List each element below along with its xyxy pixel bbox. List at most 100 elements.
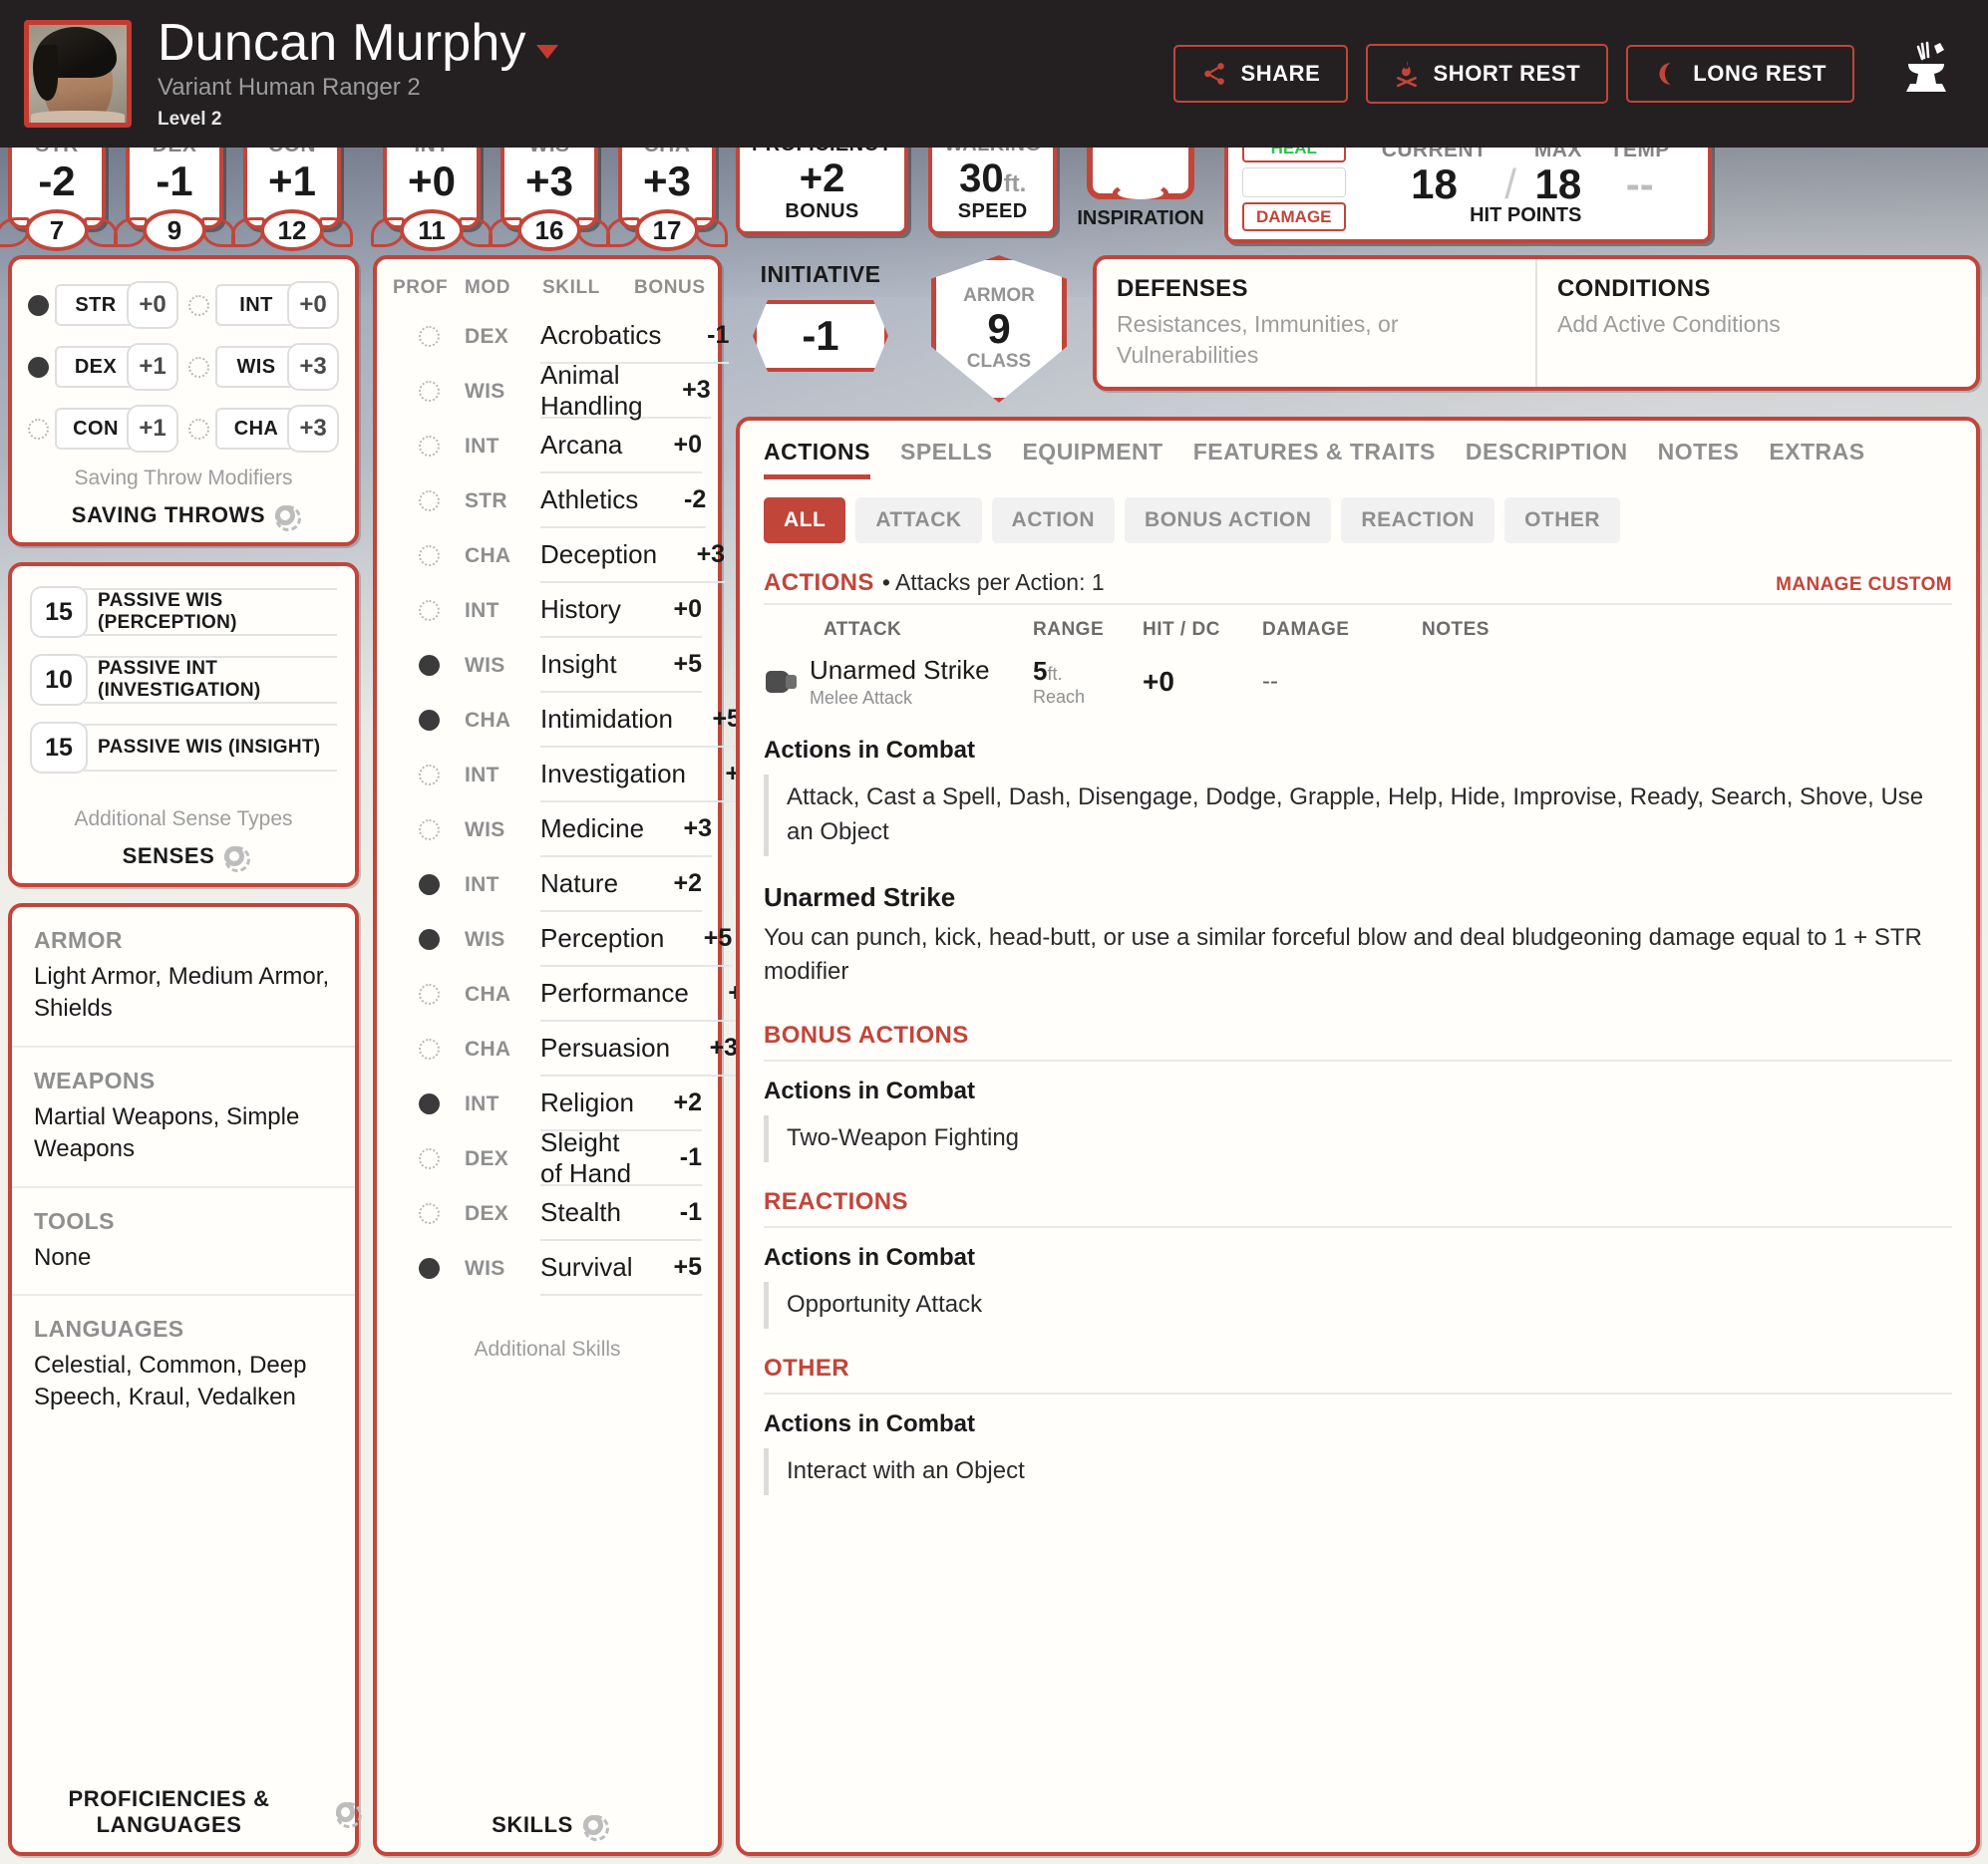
hp-amount-input[interactable] bbox=[1242, 167, 1346, 197]
proficiency-dot-icon bbox=[419, 710, 440, 731]
skill-mod: INT bbox=[465, 599, 540, 623]
short-rest-button[interactable]: SHORT REST bbox=[1366, 44, 1608, 104]
skill-row[interactable]: CHA Persuasion +3 bbox=[377, 1022, 718, 1077]
skill-row[interactable]: INT Arcana +0 bbox=[377, 419, 718, 473]
hp-temp-col[interactable]: TEMP -- bbox=[1596, 139, 1684, 206]
sense-label: PASSIVE INT (INVESTIGATION) bbox=[84, 656, 337, 704]
filter-action[interactable]: ACTION bbox=[992, 497, 1116, 543]
character-name-row[interactable]: Duncan Murphy bbox=[158, 17, 558, 70]
saving-throw-con[interactable]: CON +1 bbox=[28, 405, 178, 453]
skill-row[interactable]: WIS Insight +5 bbox=[377, 638, 718, 693]
skill-bonus: +0 bbox=[634, 583, 702, 638]
skill-bonus: +5 bbox=[634, 638, 702, 693]
skill-row[interactable]: CHA Intimidation +5 bbox=[377, 693, 718, 748]
skill-row[interactable]: INT Religion +2 bbox=[377, 1077, 718, 1131]
avatar[interactable] bbox=[24, 20, 132, 128]
saving-throw-wis[interactable]: WIS +3 bbox=[188, 343, 339, 391]
share-label: SHARE bbox=[1240, 61, 1320, 87]
senses-list: 15 PASSIVE WIS (PERCEPTION) 10 PASSIVE I… bbox=[12, 566, 355, 781]
filter-bonus-action[interactable]: BONUS ACTION bbox=[1125, 497, 1331, 543]
ability-modifier: -2 bbox=[12, 159, 102, 203]
gear-icon[interactable] bbox=[224, 846, 244, 866]
ability-score: 17 bbox=[635, 209, 699, 251]
ability-modifier: +0 bbox=[387, 159, 477, 203]
skill-row[interactable]: CHA Performance +3 bbox=[377, 967, 718, 1022]
proficiency-dot-icon bbox=[28, 295, 49, 316]
skill-mod: DEX bbox=[465, 1202, 540, 1226]
saving-throw-value: +3 bbox=[287, 405, 339, 453]
proficiency-dot-icon bbox=[188, 357, 209, 378]
skill-mod: DEX bbox=[465, 325, 540, 349]
skill-mod: WIS bbox=[465, 818, 540, 842]
proficiency-dot-icon bbox=[419, 381, 440, 402]
tab-features-traits[interactable]: FEATURES & TRAITS bbox=[1193, 439, 1436, 479]
tab-extras[interactable]: EXTRAS bbox=[1769, 439, 1864, 479]
tab-description[interactable]: DESCRIPTION bbox=[1466, 439, 1628, 479]
gear-icon[interactable] bbox=[275, 505, 295, 525]
skill-name: Stealth bbox=[540, 1186, 634, 1241]
gear-icon[interactable] bbox=[336, 1802, 355, 1822]
skill-row[interactable]: DEX Sleight of Hand -1 bbox=[377, 1131, 718, 1186]
actions-in-combat-list: Attack, Cast a Spell, Dash, Disengage, D… bbox=[764, 775, 1952, 856]
skill-row[interactable]: CHA Deception +3 bbox=[377, 528, 718, 583]
damage-col-header: DAMAGE bbox=[1262, 619, 1422, 641]
sense-row[interactable]: 10 PASSIVE INT (INVESTIGATION) bbox=[12, 646, 355, 714]
skill-mod: INT bbox=[465, 873, 540, 897]
armor-class-block[interactable]: ARMOR 9 CLASS bbox=[919, 255, 1079, 403]
initiative-block[interactable]: INITIATIVE -1 bbox=[736, 255, 905, 372]
filter-reaction[interactable]: REACTION bbox=[1341, 497, 1494, 543]
attacks-per-action: • Attacks per Action: 1 bbox=[882, 569, 1105, 596]
tab-notes[interactable]: NOTES bbox=[1658, 439, 1740, 479]
anvil-button[interactable] bbox=[1894, 40, 1958, 109]
hp-columns: CURRENT 18 / MAX 18 TEMP -- bbox=[1368, 139, 1684, 208]
hp-max-col[interactable]: MAX 18 bbox=[1520, 139, 1596, 206]
ability-modifier: +1 bbox=[247, 159, 337, 203]
skill-row[interactable]: INT Nature +2 bbox=[377, 857, 718, 912]
long-rest-button[interactable]: LONG REST bbox=[1626, 45, 1854, 103]
saving-throw-str[interactable]: STR +0 bbox=[28, 281, 178, 329]
share-button[interactable]: SHARE bbox=[1173, 45, 1348, 103]
saving-throw-label: CHA bbox=[215, 408, 297, 450]
gear-icon[interactable] bbox=[583, 1815, 603, 1835]
saving-throws-hint: Saving Throw Modifiers bbox=[12, 457, 355, 490]
saving-throw-cha[interactable]: CHA +3 bbox=[188, 405, 339, 453]
table-row[interactable]: Unarmed Strike Melee Attack 5ft. Reach +… bbox=[740, 649, 1976, 721]
proficiency-dot-icon bbox=[419, 984, 440, 1005]
skill-row[interactable]: WIS Medicine +3 bbox=[377, 802, 718, 857]
hp-temp-value: -- bbox=[1610, 162, 1670, 206]
proficiency-value: Light Armor, Medium Armor, Shields bbox=[34, 961, 333, 1026]
actions-section-title: ACTIONS bbox=[764, 569, 874, 597]
filter-other[interactable]: OTHER bbox=[1504, 497, 1620, 543]
tab-spells[interactable]: SPELLS bbox=[900, 439, 992, 479]
conditions-block[interactable]: CONDITIONS Add Active Conditions bbox=[1535, 259, 1976, 387]
skill-row[interactable]: DEX Acrobatics -1 bbox=[377, 309, 718, 364]
damage-button[interactable]: DAMAGE bbox=[1242, 202, 1346, 231]
skill-name: Arcana bbox=[540, 419, 634, 473]
sense-row[interactable]: 15 PASSIVE WIS (INSIGHT) bbox=[12, 714, 355, 781]
skill-row[interactable]: WIS Perception +5 bbox=[377, 912, 718, 967]
skill-row[interactable]: DEX Stealth -1 bbox=[377, 1186, 718, 1241]
skill-row[interactable]: WIS Animal Handling +3 bbox=[377, 364, 718, 419]
saving-throw-int[interactable]: INT +0 bbox=[188, 281, 339, 329]
sense-value: 15 bbox=[30, 722, 88, 774]
skills-header-bonus: BONUS bbox=[634, 277, 702, 299]
defenses-block[interactable]: DEFENSES Resistances, Immunities, or Vul… bbox=[1097, 259, 1535, 387]
filter-attack[interactable]: ATTACK bbox=[855, 497, 981, 543]
chevron-down-icon[interactable] bbox=[536, 45, 558, 59]
manage-custom-button[interactable]: MANAGE CUSTOM bbox=[1776, 574, 1952, 596]
saving-throw-label: INT bbox=[215, 284, 297, 326]
skill-name: Performance bbox=[540, 967, 689, 1022]
skill-row[interactable]: WIS Survival +5 bbox=[377, 1241, 718, 1296]
skill-row[interactable]: STR Athletics -2 bbox=[377, 473, 718, 528]
tab-equipment[interactable]: EQUIPMENT bbox=[1022, 439, 1162, 479]
skills-panel: PROF MOD SKILL BONUS DEX Acrobatics -1 W… bbox=[373, 255, 722, 1856]
tab-actions[interactable]: ACTIONS bbox=[764, 439, 870, 479]
sense-row[interactable]: 15 PASSIVE WIS (PERCEPTION) bbox=[12, 578, 355, 646]
hp-current-col[interactable]: CURRENT 18 bbox=[1368, 139, 1500, 206]
skill-row[interactable]: INT Investigation +0 bbox=[377, 748, 718, 802]
inspiration-label: INSPIRATION bbox=[1077, 207, 1203, 230]
filter-all[interactable]: ALL bbox=[764, 497, 845, 543]
character-header: Duncan Murphy Variant Human Ranger 2 Lev… bbox=[0, 0, 1988, 148]
skill-row[interactable]: INT History +0 bbox=[377, 583, 718, 638]
saving-throw-dex[interactable]: DEX +1 bbox=[28, 343, 178, 391]
